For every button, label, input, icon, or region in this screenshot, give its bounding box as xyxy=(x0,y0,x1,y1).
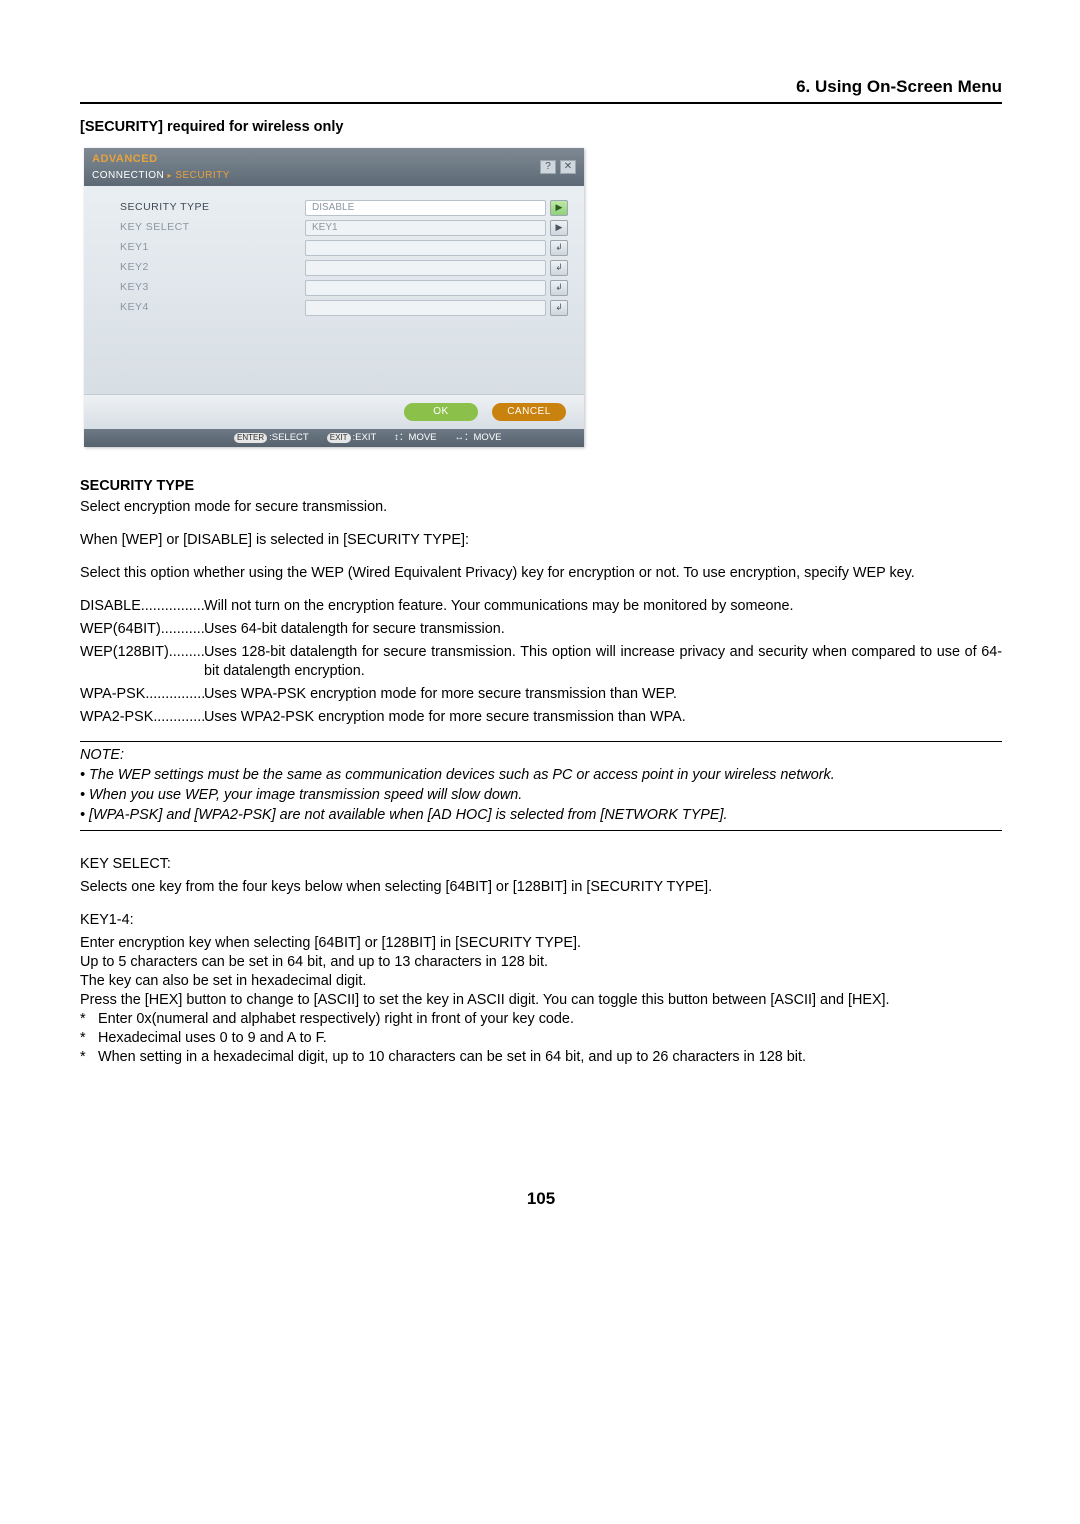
def-term: WPA-PSK............... xyxy=(80,685,202,704)
heading-key-select: KEY SELECT: xyxy=(80,855,1002,874)
osd-header: ADVANCED CONNECTION ▸ SECURITY ? ✕ xyxy=(84,148,584,186)
breadcrumb-b: SECURITY xyxy=(175,170,230,181)
foot-select: :SELECT xyxy=(269,432,309,443)
def-desc: Will not turn on the encryption feature.… xyxy=(202,597,1002,616)
star-item: Enter 0x(numeral and alphabet respective… xyxy=(80,1010,1002,1029)
cancel-button[interactable]: CANCEL xyxy=(492,403,566,421)
key-exit: EXIT xyxy=(327,433,351,444)
p-when-wep: When [WEP] or [DISABLE] is selected in [… xyxy=(80,531,1002,550)
label-key4: KEY4 xyxy=(120,301,305,315)
page-number: 105 xyxy=(80,1188,1002,1210)
help-icon[interactable]: ? xyxy=(540,160,556,174)
heading-security-type: SECURITY TYPE xyxy=(80,477,1002,496)
osd-title: ADVANCED xyxy=(92,152,158,167)
def-term: WEP(64BIT)........... xyxy=(80,620,202,639)
enter-icon[interactable]: ↲ xyxy=(550,240,568,256)
arrow-right-icon[interactable]: ▶ xyxy=(550,220,568,236)
foot-move-horiz: ↔：MOVE xyxy=(455,432,502,445)
ok-button[interactable]: OK xyxy=(404,403,478,421)
key14-line: The key can also be set in hexadecimal d… xyxy=(80,972,1002,991)
breadcrumb-a: CONNECTION xyxy=(92,170,164,181)
enter-icon[interactable]: ↲ xyxy=(550,300,568,316)
osd-button-bar: OK CANCEL xyxy=(84,394,584,429)
p-security-type: Select encryption mode for secure transm… xyxy=(80,498,1002,517)
key-enter: ENTER xyxy=(234,433,267,444)
star-list: Enter 0x(numeral and alphabet respective… xyxy=(80,1010,1002,1067)
definition-list: DISABLE................ Will not turn on… xyxy=(80,597,1002,727)
label-key1: KEY1 xyxy=(120,241,305,255)
star-item: When setting in a hexadecimal digit, up … xyxy=(80,1048,1002,1067)
label-key3: KEY3 xyxy=(120,281,305,295)
note-heading: NOTE: xyxy=(80,746,1002,765)
key14-line: Up to 5 characters can be set in 64 bit,… xyxy=(80,953,1002,972)
def-term: WPA2-PSK............. xyxy=(80,708,202,727)
field-key2[interactable] xyxy=(305,260,546,276)
field-key-select[interactable]: KEY1 xyxy=(305,220,546,236)
key14-line: Enter encryption key when selecting [64B… xyxy=(80,934,1002,953)
foot-move-vert: ↕：MOVE xyxy=(394,432,436,445)
note-box: NOTE: The WEP settings must be the same … xyxy=(80,741,1002,831)
key14-lines: Enter encryption key when selecting [64B… xyxy=(80,934,1002,1010)
field-key1[interactable] xyxy=(305,240,546,256)
note-item: [WPA-PSK] and [WPA2-PSK] are not availab… xyxy=(80,806,1002,825)
field-key3[interactable] xyxy=(305,280,546,296)
def-term: WEP(128BIT)......... xyxy=(80,643,202,681)
osd-screenshot: ADVANCED CONNECTION ▸ SECURITY ? ✕ SECUR… xyxy=(84,148,584,448)
def-term: DISABLE................ xyxy=(80,597,202,616)
label-key2: KEY2 xyxy=(120,261,305,275)
osd-body: SECURITY TYPE DISABLE ▶ KEY SELECT KEY1 … xyxy=(84,186,584,394)
label-key-select: KEY SELECT xyxy=(120,221,305,235)
arrow-right-icon[interactable]: ▶ xyxy=(550,200,568,216)
def-desc: Uses WPA-PSK encryption mode for more se… xyxy=(202,685,1002,704)
enter-icon[interactable]: ↲ xyxy=(550,280,568,296)
osd-footer: ENTER:SELECT EXIT:EXIT ↕：MOVE ↔：MOVE xyxy=(84,429,584,448)
close-icon[interactable]: ✕ xyxy=(560,160,576,174)
chevron-right-icon: ▸ xyxy=(168,171,173,180)
p-select-opt: Select this option whether using the WEP… xyxy=(80,564,1002,583)
note-item: The WEP settings must be the same as com… xyxy=(80,766,1002,785)
label-security-type: SECURITY TYPE xyxy=(120,201,305,215)
p-key-select: Selects one key from the four keys below… xyxy=(80,878,1002,897)
enter-icon[interactable]: ↲ xyxy=(550,260,568,276)
note-item: When you use WEP, your image transmissio… xyxy=(80,786,1002,805)
field-security-type[interactable]: DISABLE xyxy=(305,200,546,216)
star-item: Hexadecimal uses 0 to 9 and A to F. xyxy=(80,1029,1002,1048)
key14-line: Press the [HEX] button to change to [ASC… xyxy=(80,991,1002,1010)
def-desc: Uses 64-bit datalength for secure transm… xyxy=(202,620,1002,639)
heading-key14: KEY1-4: xyxy=(80,911,1002,930)
field-key4[interactable] xyxy=(305,300,546,316)
def-desc: Uses 128-bit datalength for secure trans… xyxy=(202,643,1002,681)
chapter-header: 6. Using On-Screen Menu xyxy=(80,76,1002,104)
osd-breadcrumb: CONNECTION ▸ SECURITY xyxy=(92,170,230,181)
def-desc: Uses WPA2-PSK encryption mode for more s… xyxy=(202,708,1002,727)
foot-exit: :EXIT xyxy=(353,432,377,443)
section-title: [SECURITY] required for wireless only xyxy=(80,118,1002,137)
